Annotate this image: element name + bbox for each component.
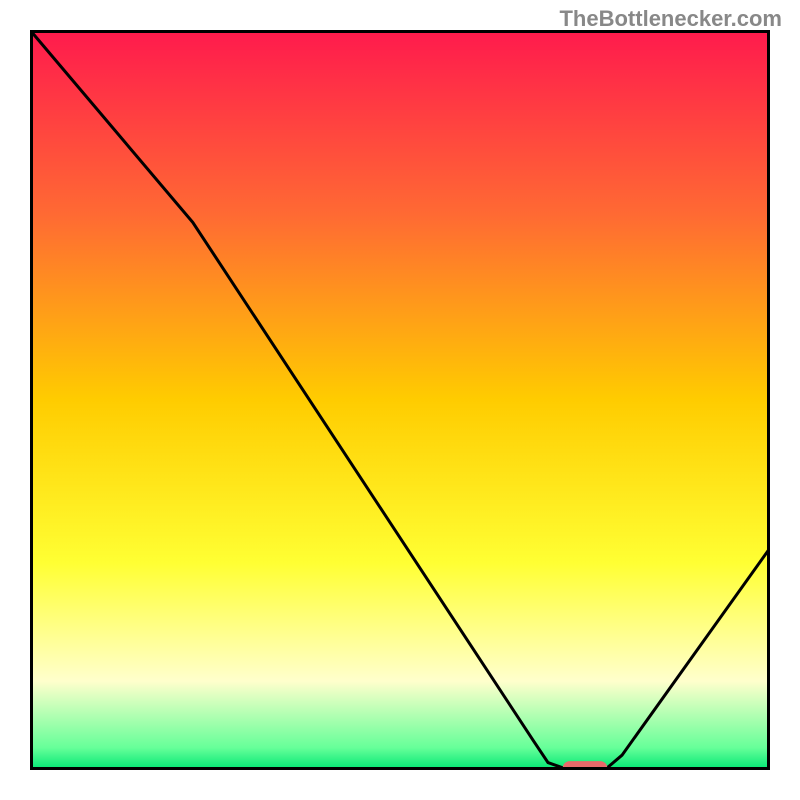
chart-svg <box>30 30 770 770</box>
watermark-text: TheBottlenecker.com <box>559 6 782 32</box>
valley-marker <box>563 761 607 770</box>
chart-plot-area <box>30 30 770 770</box>
chart-background <box>30 30 770 770</box>
